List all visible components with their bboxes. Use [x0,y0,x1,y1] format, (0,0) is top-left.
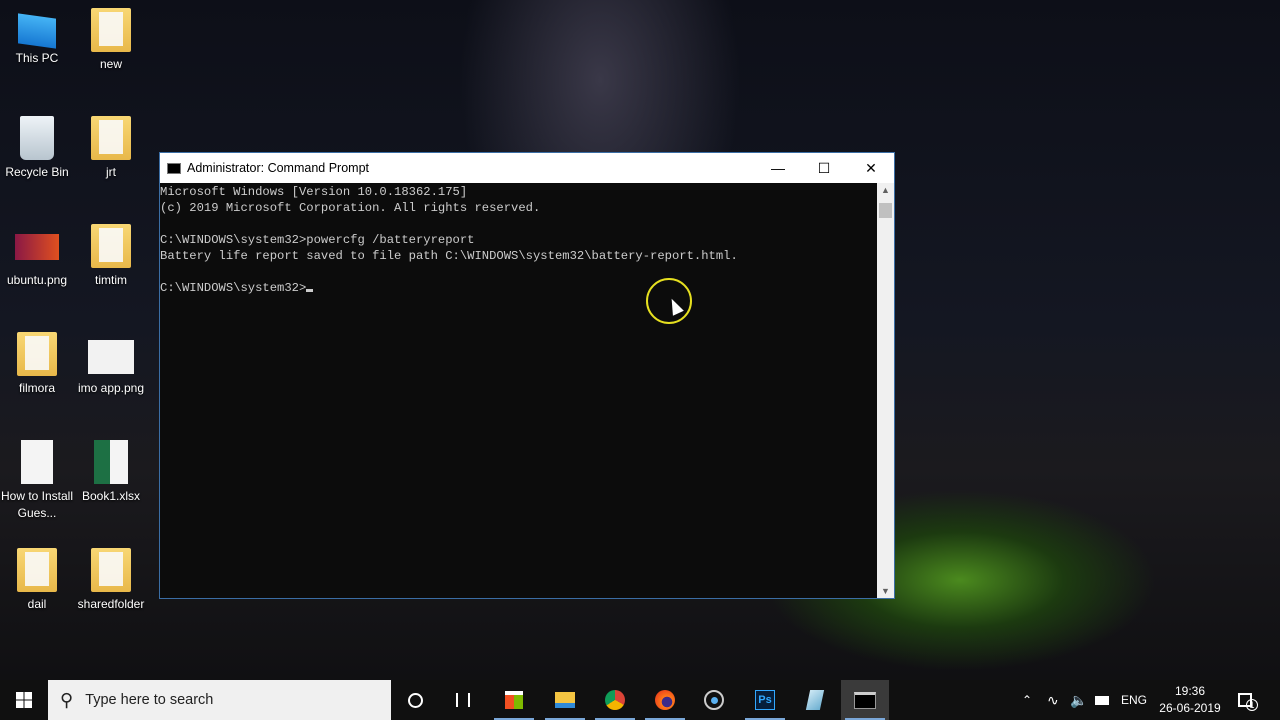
scrollbar[interactable]: ▲ ▼ [877,183,894,598]
media-player-button[interactable] [690,680,738,720]
cmd-icon [167,162,181,174]
desktop-icon-label: ubuntu.png [6,273,68,287]
desktop-icon[interactable]: new [74,8,148,73]
task-view-button[interactable] [439,680,487,720]
desktop-icon[interactable]: Recycle Bin [0,116,74,181]
clock[interactable]: 19:36 26-06-2019 [1155,680,1225,720]
desktop-icon-label: imo app.png [77,381,145,395]
battery-icon[interactable] [1095,680,1109,720]
desktop-icon-label: filmora [18,381,55,395]
action-center-button[interactable]: 1 [1238,680,1258,720]
chrome-button[interactable] [591,680,639,720]
folder-shortcut-icon [17,548,57,592]
show-hidden-icons-button[interactable]: ⌃ [1022,680,1032,720]
search-icon: ⚲ [60,689,74,710]
store-icon [505,691,523,709]
file-explorer-button[interactable] [541,680,589,720]
folder-shortcut-icon [17,332,57,376]
language-indicator[interactable]: ENG [1121,680,1147,720]
start-button[interactable] [0,680,48,720]
firefox-icon [655,690,675,710]
console-output[interactable]: Microsoft Windows [Version 10.0.18362.17… [160,183,877,598]
taskbar: ⚲ Type here to search Ps ⌃ ∿ 🔈 ENG 19:36… [0,680,1280,720]
chrome-icon [605,690,625,710]
cortana-button[interactable] [391,680,439,720]
notepad-icon [805,690,825,710]
desktop-icon[interactable]: Book1.xlsx [74,440,148,505]
language-label: ENG [1121,693,1148,707]
desktop-icon[interactable]: timtim [74,224,148,289]
desktop-icon[interactable]: jrt [74,116,148,181]
folder-icon [91,548,131,592]
windows-icon [16,692,32,708]
minimize-button[interactable]: — [755,153,801,183]
close-button[interactable]: ✕ [848,153,894,183]
folder-icon [91,116,131,160]
desktop-icon[interactable]: imo app.png [74,332,148,397]
image-icon [15,234,59,260]
image-icon [88,340,134,374]
command-prompt-window[interactable]: Administrator: Command Prompt — ☐ ✕ Micr… [159,152,895,599]
console-line: Microsoft Windows [Version 10.0.18362.17… [160,185,468,199]
scroll-down-icon[interactable]: ▼ [877,586,894,596]
command-prompt-taskbar-button[interactable] [841,680,889,720]
task-view-icon [456,693,470,707]
photoshop-icon: Ps [755,690,775,710]
title-bar[interactable]: Administrator: Command Prompt — ☐ ✕ [160,153,894,183]
prompt: C:\WINDOWS\system32> [160,281,307,295]
maximize-button[interactable]: ☐ [801,153,847,183]
desktop-icon[interactable]: sharedfolder [74,548,148,613]
cortana-icon [407,692,423,708]
scroll-thumb[interactable] [879,203,892,218]
prompt-line[interactable]: C:\WINDOWS\system32> [160,280,877,296]
cmd-icon [854,691,876,709]
search-placeholder: Type here to search [85,692,214,708]
text-cursor [306,289,314,292]
firefox-button[interactable] [641,680,689,720]
desktop-icon-label: dail [27,597,47,611]
notification-icon [1238,693,1252,707]
desktop-icon[interactable]: dail [0,548,74,613]
desktop-icon[interactable]: This PC [0,8,74,67]
desktop-icon[interactable]: ubuntu.png [0,224,74,289]
store-button[interactable] [490,680,538,720]
document-icon [21,440,53,484]
search-box[interactable]: ⚲ Type here to search [48,680,391,720]
desktop-icon-label: new [99,57,122,71]
time: 19:36 [1174,684,1206,698]
desktop-icon-label: Recycle Bin [5,165,69,179]
desktop-icon[interactable]: How to Install Gues... [0,440,74,522]
recycle-bin-icon [20,116,54,160]
window-title: Administrator: Command Prompt [187,161,370,175]
console-line: C:\WINDOWS\system32>powercfg /batteryrep… [160,233,475,247]
date: 26-06-2019 [1159,701,1221,715]
desktop-icon-label: jrt [106,165,116,179]
media-icon [704,690,724,710]
scroll-up-icon[interactable]: ▲ [877,185,894,195]
folder-icon [555,692,575,708]
excel-icon [94,440,128,484]
wifi-icon[interactable]: ∿ [1047,680,1059,720]
volume-icon[interactable]: 🔈 [1070,680,1087,720]
notepad-button[interactable] [791,680,839,720]
chevron-up-icon: ⌃ [1022,693,1033,707]
console-line: Battery life report saved to file path C… [160,249,738,263]
console-line: (c) 2019 Microsoft Corporation. All righ… [160,201,541,215]
desktop-icon-label: Book1.xlsx [81,489,141,503]
folder-icon [91,8,131,52]
folder-icon [91,224,131,268]
desktop-icon-label: sharedfolder [77,597,145,611]
desktop-icon-label: timtim [95,273,127,287]
desktop-icon-label: How to Install Gues... [0,489,74,520]
desktop-icon-label: This PC [15,51,59,65]
photoshop-button[interactable]: Ps [741,680,789,720]
desktop-icon[interactable]: filmora [0,332,74,397]
computer-icon [18,13,56,49]
